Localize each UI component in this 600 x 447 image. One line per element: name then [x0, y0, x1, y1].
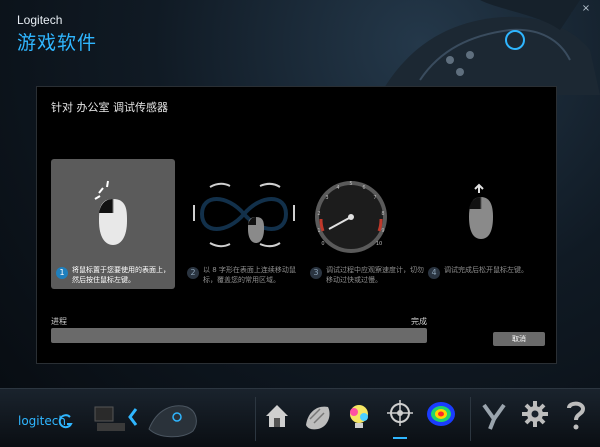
calibration-dialog: 针对 办公室 调试传感器 1 将鼠标置于您要使用的表面上，然后按住鼠标左键。 2 — [36, 86, 557, 364]
gauge-tick: 10 — [376, 241, 382, 247]
pointer-settings-icon[interactable] — [384, 397, 416, 433]
hero-mouse-image — [380, 0, 600, 95]
step-text: 调试过程中应观察速度计，切勿移动过快或过慢。 — [326, 266, 424, 284]
back-arrow-icon[interactable] — [127, 407, 139, 427]
step-text: 调试完成后松开鼠标左键。 — [444, 266, 528, 274]
selected-indicator — [393, 437, 407, 439]
help-icon[interactable] — [564, 399, 588, 431]
gauge-tick: 1 — [317, 228, 320, 234]
mouse-press-left-icon — [94, 180, 127, 245]
app-window: Logitech 游戏软件 – □ × 针对 办公室 调试传感器 1 将鼠标置于… — [0, 0, 600, 447]
progress-done-label: 完成 — [411, 317, 427, 326]
gauge-tick: 5 — [349, 181, 352, 187]
step-2: 2 以 8 字形在表面上连续移动鼠标，覆盖您的常用区域。 — [182, 159, 306, 289]
gauge-tick: 9 — [381, 228, 384, 234]
step-4: 4 调试完成后松开鼠标左键。 — [423, 159, 547, 289]
heatmap-icon[interactable] — [424, 397, 458, 431]
gauge-tick: 6 — [362, 185, 365, 191]
lighting-icon[interactable] — [342, 399, 376, 433]
cancel-button[interactable]: 取消 — [493, 332, 545, 346]
figure-eight-motion-icon — [193, 182, 295, 248]
device-computer-icon[interactable] — [93, 403, 127, 437]
step-text: 将鼠标置于您要使用的表面上，然后按住鼠标左键。 — [72, 266, 170, 284]
gauge-tick: 0 — [321, 241, 324, 247]
mouse-device-icon[interactable] — [143, 399, 203, 439]
settings-gear-icon[interactable] — [520, 399, 550, 429]
step-number: 3 — [310, 267, 322, 279]
bottom-toolbar: logitech — [0, 388, 600, 447]
speedometer-icon: 0 1 2 3 4 5 6 7 8 9 10 — [315, 181, 387, 253]
gauge-tick: 3 — [325, 195, 328, 201]
switch-icon[interactable] — [480, 401, 508, 431]
brand-label: Logitech — [17, 13, 63, 27]
customize-buttons-icon[interactable] — [300, 399, 334, 433]
gauge-tick: 7 — [373, 195, 376, 201]
progress-label: 进程 — [51, 317, 67, 326]
dialog-title: 针对 办公室 调试传感器 — [51, 101, 168, 114]
gauge-tick: 4 — [336, 185, 339, 191]
mouse-release-icon — [469, 183, 493, 239]
step-number: 2 — [187, 267, 199, 279]
home-icon[interactable] — [262, 401, 292, 431]
logitech-g-icon — [58, 414, 73, 429]
progress-bar — [51, 328, 427, 343]
gauge-tick: 8 — [381, 211, 384, 217]
step-number: 4 — [428, 267, 440, 279]
gauge-tick: 2 — [317, 211, 320, 217]
toolbar-divider — [255, 397, 256, 441]
step-number: 1 — [56, 267, 68, 279]
step-3: 0 1 2 3 4 5 6 7 8 9 10 3 调试过程中应观察速度计，切勿移… — [305, 159, 429, 289]
toolbar-divider — [470, 397, 471, 441]
app-title: 游戏软件 — [17, 32, 98, 54]
step-text: 以 8 字形在表面上连续移动鼠标，覆盖您的常用区域。 — [203, 266, 296, 284]
step-1: 1 将鼠标置于您要使用的表面上，然后按住鼠标左键。 — [51, 159, 175, 289]
